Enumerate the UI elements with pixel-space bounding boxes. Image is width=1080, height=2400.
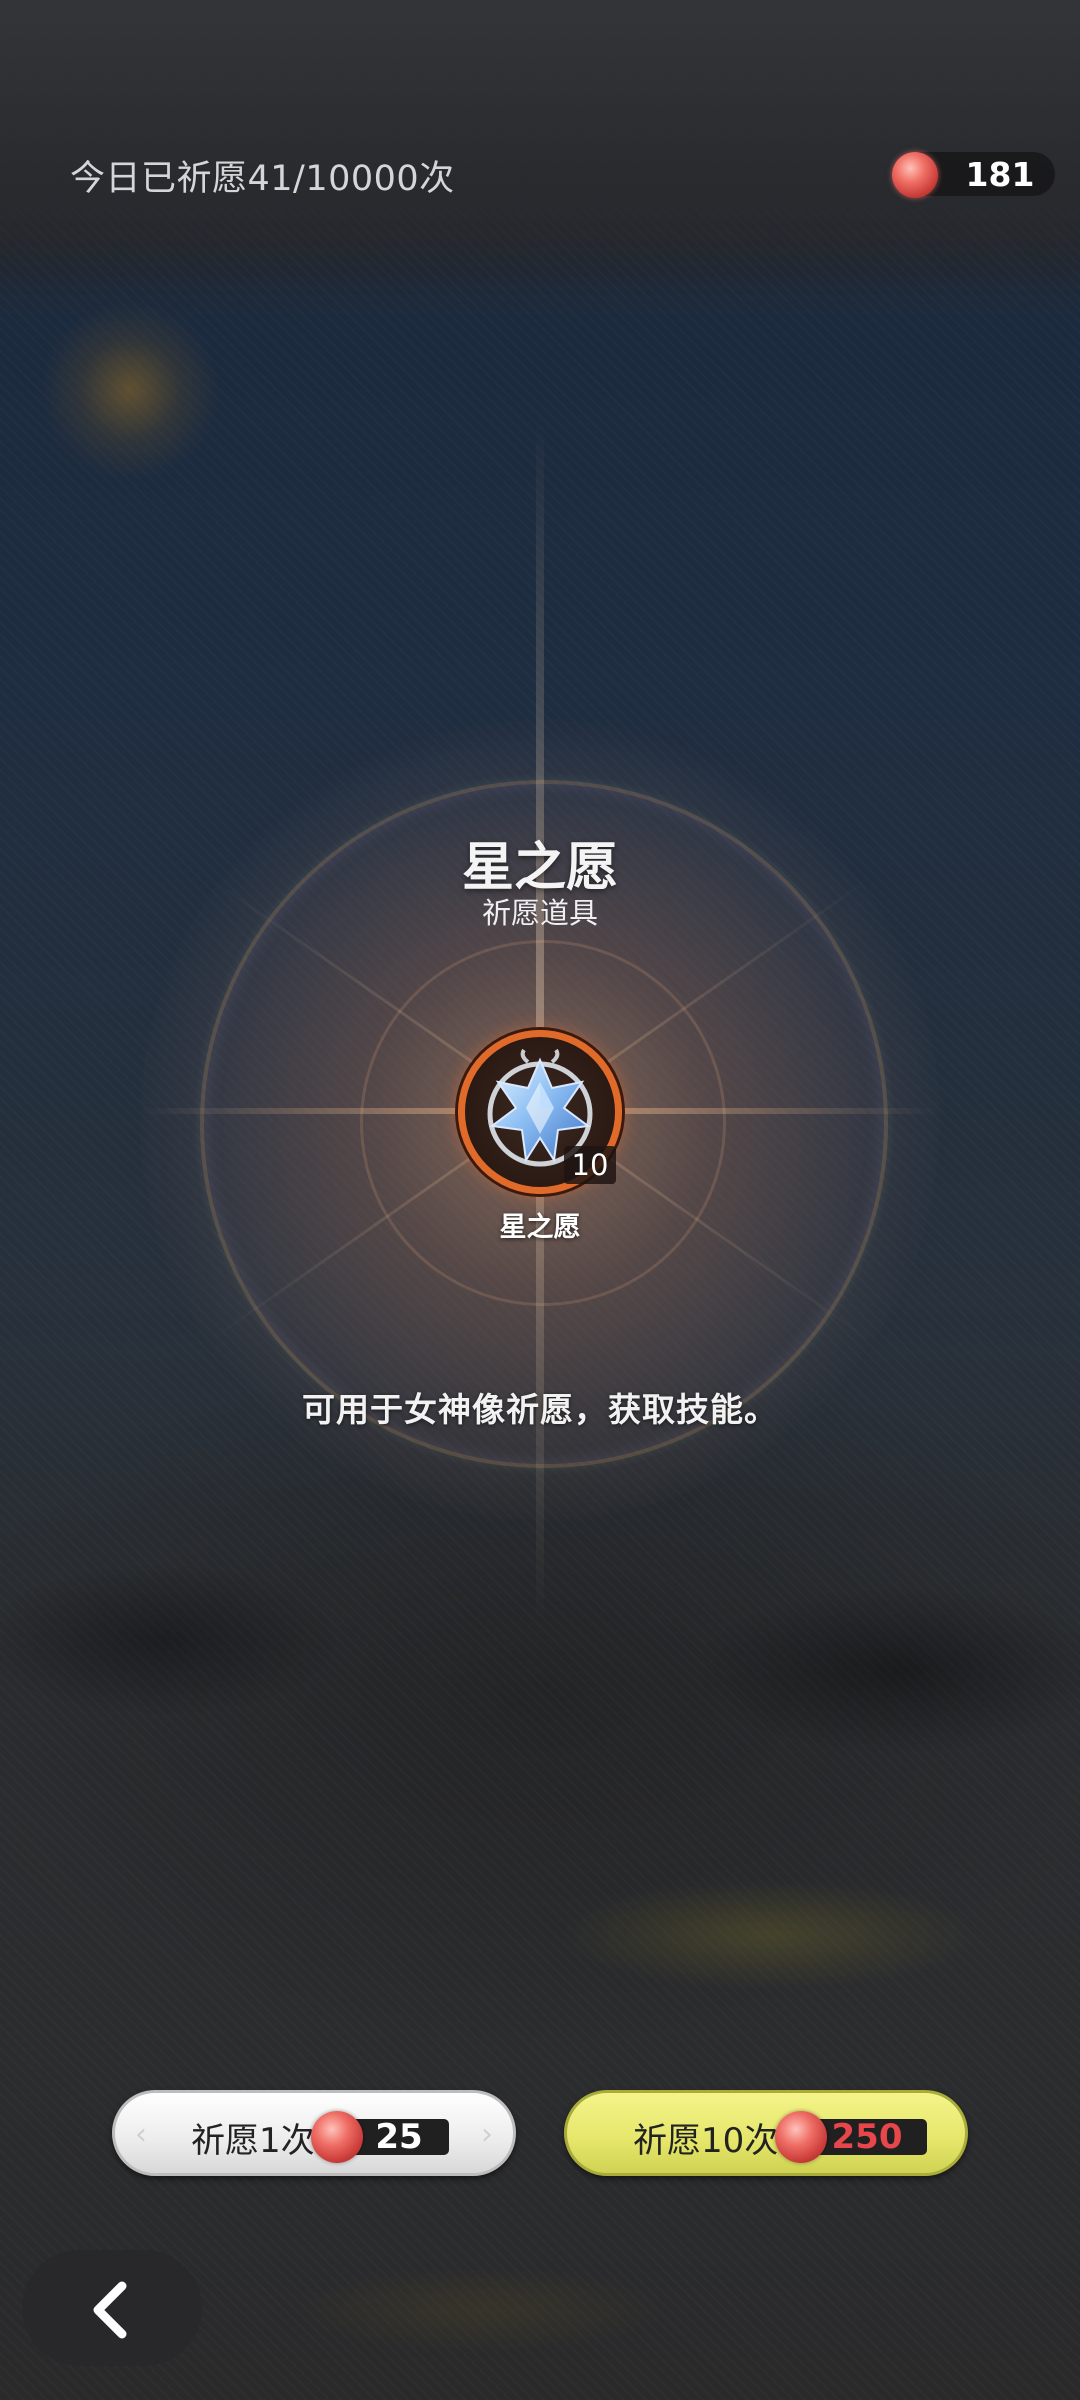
- pray-once-cost: 25: [349, 2119, 449, 2155]
- pray-once-label: 祈愿1次: [191, 2121, 315, 2161]
- currency-value: 181: [965, 155, 1035, 194]
- item-label: 星之愿: [499, 1212, 581, 1243]
- item-title: 星之愿: [461, 838, 618, 898]
- item-description: 可用于女神像祈愿，获取技能。: [302, 1390, 778, 1429]
- top-bar: [0, 0, 1080, 270]
- daily-pray-count: 今日已祈愿41/10000次: [70, 159, 455, 199]
- light-ray-vertical: [536, 420, 544, 1620]
- red-orb-icon: [775, 2111, 827, 2163]
- background-sun-glow: [40, 300, 220, 480]
- item-quantity-badge: 10: [564, 1146, 616, 1184]
- red-orb-icon: [311, 2111, 363, 2163]
- red-orb-icon: [892, 152, 938, 198]
- pray-ten-button[interactable]: 祈愿10次 250: [564, 2090, 968, 2176]
- button-decoration: ‹: [135, 2117, 147, 2152]
- bottom-scenery: [220, 2270, 1080, 2350]
- pray-ten-label: 祈愿10次: [633, 2121, 779, 2161]
- back-button[interactable]: [22, 2250, 202, 2366]
- chevron-left-icon: [93, 2281, 127, 2339]
- background-scenery: [0, 1520, 1080, 1820]
- item-subtitle: 祈愿道具: [481, 896, 598, 930]
- background-scenery-glow: [560, 1880, 980, 1990]
- pray-once-button[interactable]: ‹ 祈愿1次 25 ›: [112, 2090, 516, 2176]
- button-decoration: ›: [481, 2117, 493, 2152]
